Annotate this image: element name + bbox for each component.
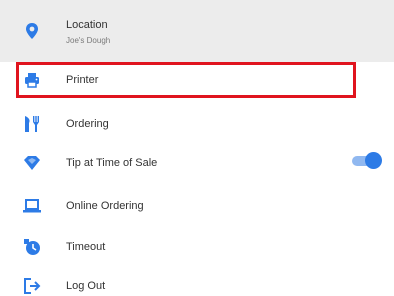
tip-toggle[interactable]	[352, 151, 382, 171]
timeout-label: Timeout	[66, 241, 106, 253]
tip-label: Tip at Time of Sale	[66, 157, 158, 169]
tip-diamond-icon	[24, 156, 40, 170]
tip-row[interactable]: Tip at Time of Sale	[0, 145, 394, 181]
printer-highlight-box	[16, 62, 356, 98]
location-row-content[interactable]: Location Joe's Dough	[0, 0, 394, 62]
logout-label: Log Out	[66, 280, 106, 292]
laptop-icon	[23, 199, 41, 213]
location-label: Location	[66, 19, 108, 31]
online-ordering-row[interactable]: Online Ordering	[0, 188, 394, 224]
cutlery-icon	[25, 116, 39, 132]
online-ordering-label: Online Ordering	[66, 200, 144, 212]
timer-icon	[24, 239, 40, 255]
location-sub-label: Joe's Dough	[66, 36, 111, 45]
logout-icon	[24, 278, 41, 294]
logout-row[interactable]: Log Out	[0, 270, 394, 296]
ordering-label: Ordering	[66, 118, 109, 130]
ordering-row[interactable]: Ordering	[0, 106, 394, 142]
location-pin-icon	[26, 23, 38, 39]
toggle-knob	[365, 152, 382, 169]
timeout-row[interactable]: Timeout	[0, 229, 394, 265]
settings-menu: Location Joe's Dough Printer Ordering Ti…	[0, 0, 394, 296]
